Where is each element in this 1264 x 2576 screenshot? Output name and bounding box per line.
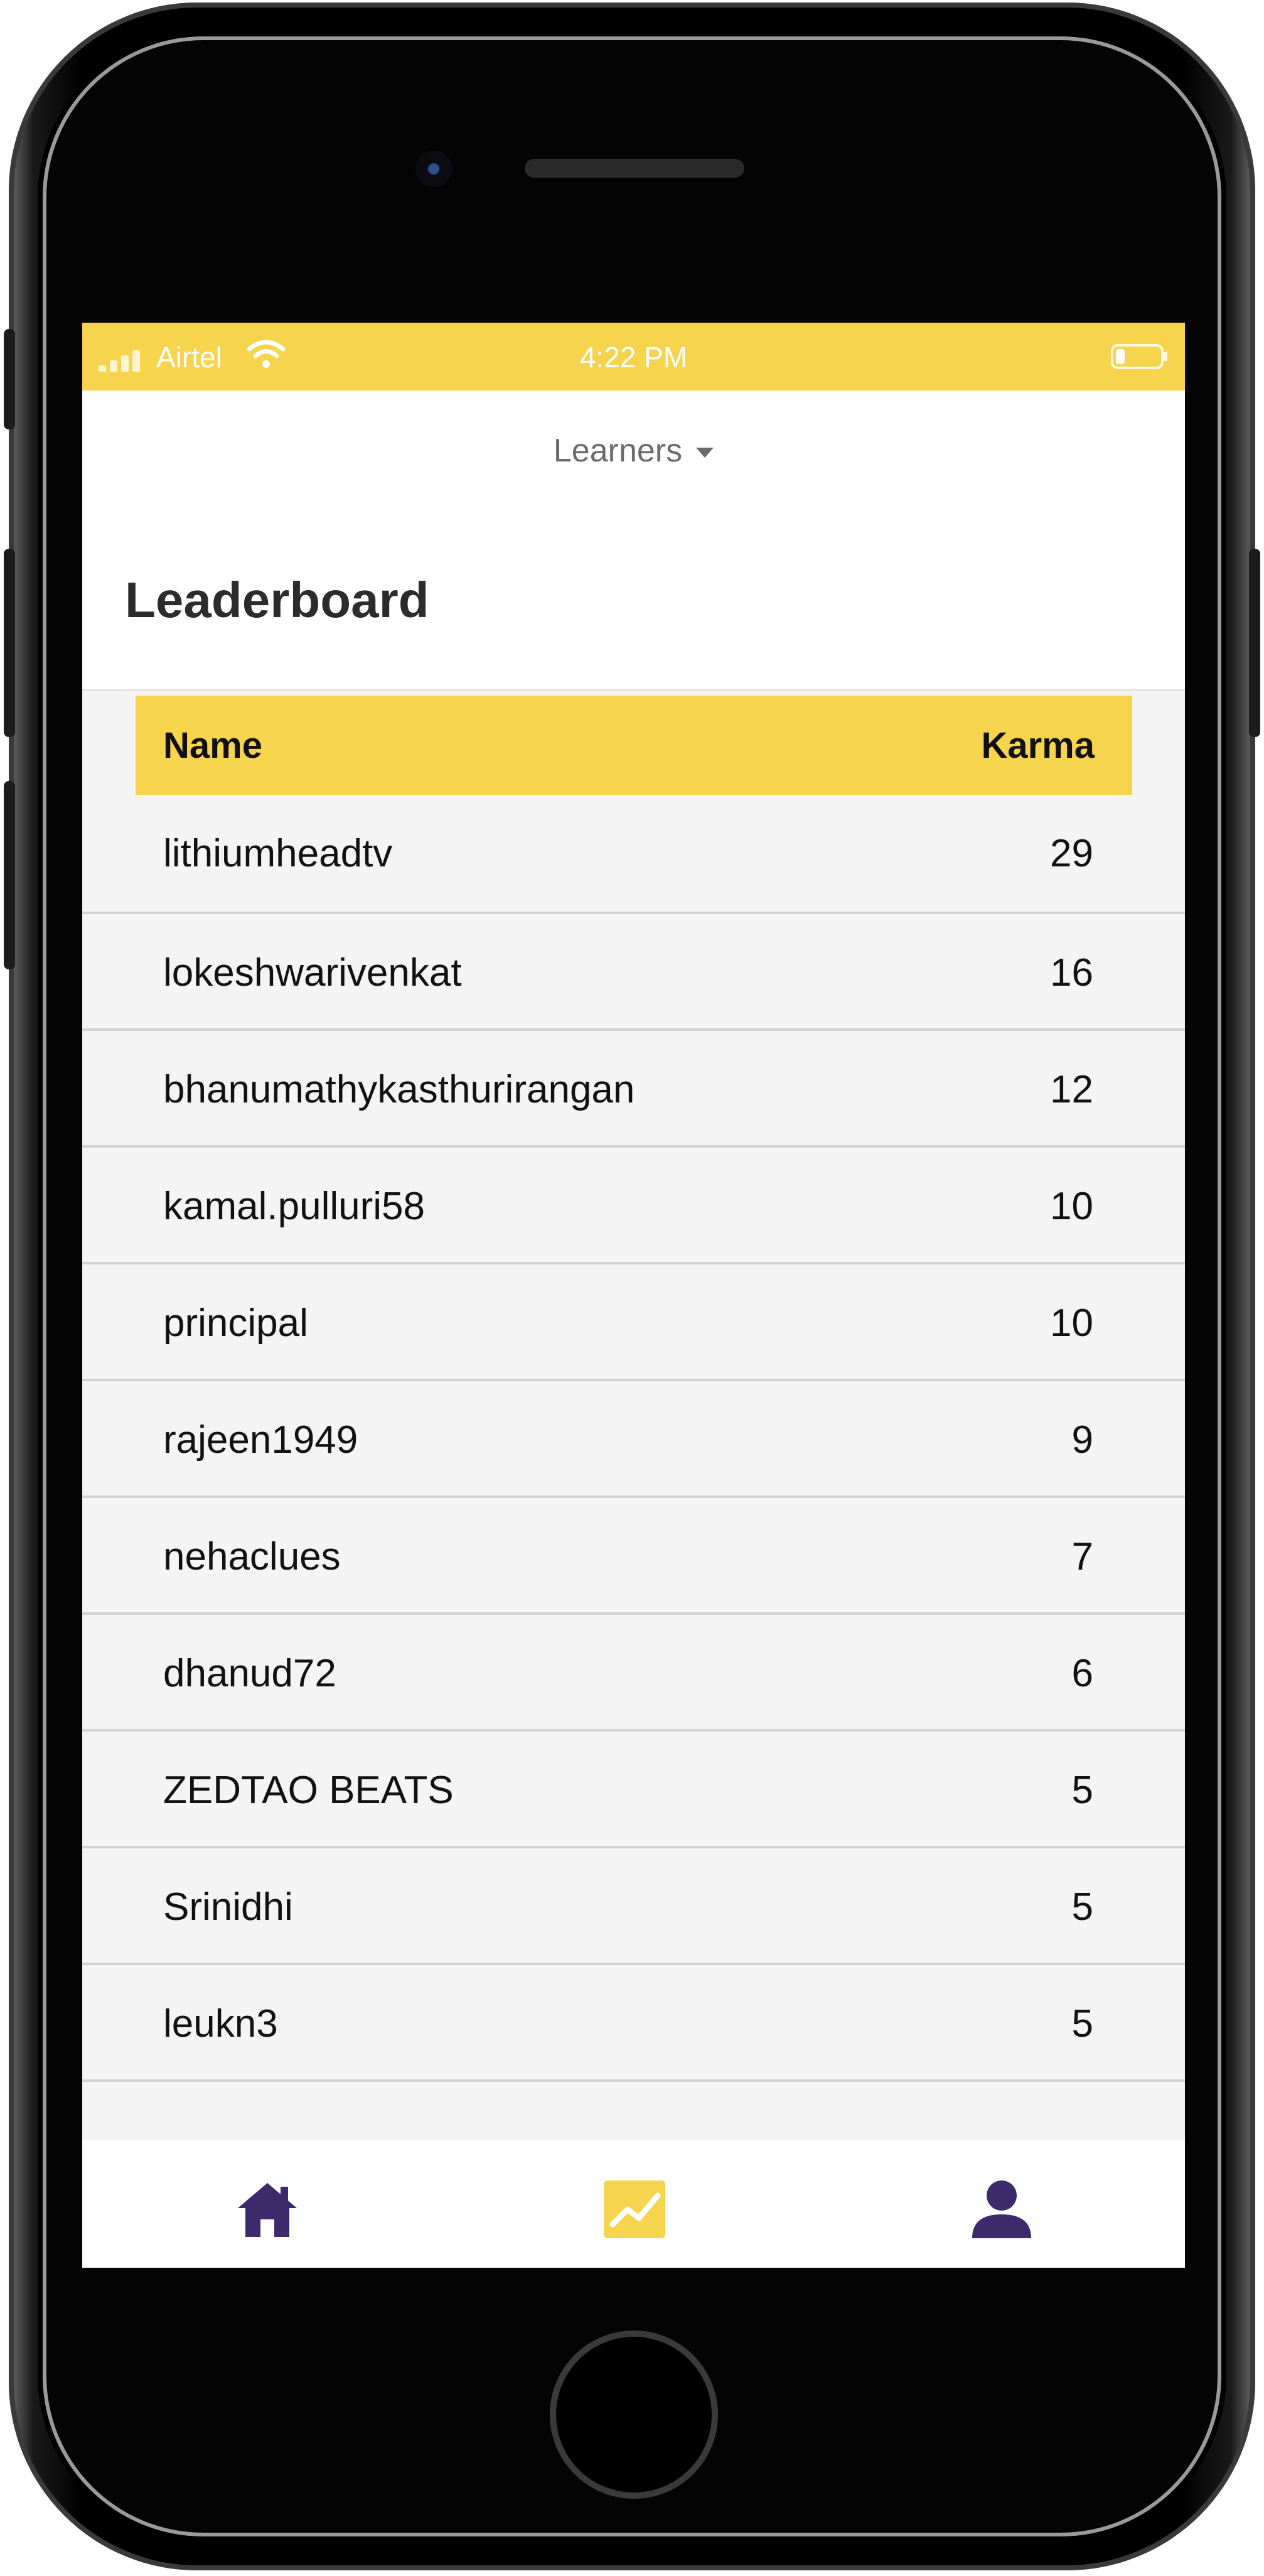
dropdown-label: Learners <box>553 433 683 469</box>
row-name: dhanud72 <box>163 1652 336 1695</box>
app-screen: Airtel 4:22 PM Learners Leaderboard Name… <box>82 323 1185 2268</box>
table-row[interactable]: bhanumathykasthurirangan 12 <box>82 1031 1185 1148</box>
status-time: 4:22 PM <box>579 341 688 374</box>
row-karma: 29 <box>1050 832 1093 875</box>
table-row[interactable]: principal 10 <box>82 1264 1185 1381</box>
front-camera <box>415 151 452 187</box>
mute-switch <box>4 329 15 429</box>
caret-down-icon <box>696 448 714 458</box>
tab-bar <box>82 2140 1185 2268</box>
row-name: lokeshwarivenkat <box>163 951 462 994</box>
row-karma: 7 <box>1071 1535 1093 1578</box>
row-karma: 9 <box>1071 1418 1093 1462</box>
table-row[interactable]: kamal.pulluri58 10 <box>82 1148 1185 1264</box>
column-header-karma: Karma <box>981 725 1095 766</box>
power-button <box>1249 549 1260 737</box>
volume-up-button <box>4 549 15 737</box>
battery-icon <box>1111 344 1167 369</box>
home-button <box>550 2331 718 2499</box>
table-header: Name Karma <box>136 696 1132 795</box>
table-row[interactable]: ZEDTAO BEATS 5 <box>82 1732 1185 1848</box>
earpiece-speaker <box>525 159 744 178</box>
table-row[interactable]: lithiumheadtv 29 <box>82 795 1185 914</box>
user-icon[interactable] <box>967 2178 1036 2241</box>
learners-dropdown[interactable]: Learners <box>82 432 1185 470</box>
home-icon[interactable] <box>233 2178 302 2241</box>
table-row[interactable]: leukn3 5 <box>82 1965 1185 2082</box>
table-row[interactable]: Srinidhi 5 <box>82 1848 1185 1965</box>
row-name: bhanumathykasthurirangan <box>163 1068 635 1111</box>
row-karma: 10 <box>1050 1301 1093 1345</box>
row-karma: 16 <box>1050 951 1093 994</box>
row-karma: 6 <box>1071 1652 1093 1695</box>
page-title: Leaderboard <box>125 572 429 628</box>
row-karma: 12 <box>1050 1068 1093 1111</box>
status-bar: Airtel 4:22 PM <box>82 323 1185 391</box>
row-karma: 5 <box>1071 2002 1093 2045</box>
row-name: lithiumheadtv <box>163 832 393 875</box>
row-karma: 10 <box>1050 1185 1093 1228</box>
header: Learners Leaderboard <box>82 391 1185 691</box>
table-row[interactable]: nehaclues 7 <box>82 1498 1185 1615</box>
volume-down-button <box>4 781 15 969</box>
leaderboard-list: lithiumheadtv 29 lokeshwarivenkat 16 bha… <box>82 795 1185 2082</box>
row-name: kamal.pulluri58 <box>163 1185 425 1228</box>
row-name: ZEDTAO BEATS <box>163 1769 454 1812</box>
table-row[interactable]: lokeshwarivenkat 16 <box>82 914 1185 1031</box>
table-row[interactable]: rajeen1949 9 <box>82 1381 1185 1498</box>
column-header-name: Name <box>163 725 262 766</box>
row-name: Srinidhi <box>163 1885 293 1929</box>
row-name: leukn3 <box>163 2002 278 2045</box>
row-karma: 5 <box>1071 1769 1093 1812</box>
row-name: principal <box>163 1301 308 1345</box>
row-karma: 5 <box>1071 1885 1093 1929</box>
chart-icon[interactable] <box>600 2178 669 2241</box>
table-row[interactable]: dhanud72 6 <box>82 1615 1185 1732</box>
row-name: nehaclues <box>163 1535 341 1578</box>
row-name: rajeen1949 <box>163 1418 358 1462</box>
